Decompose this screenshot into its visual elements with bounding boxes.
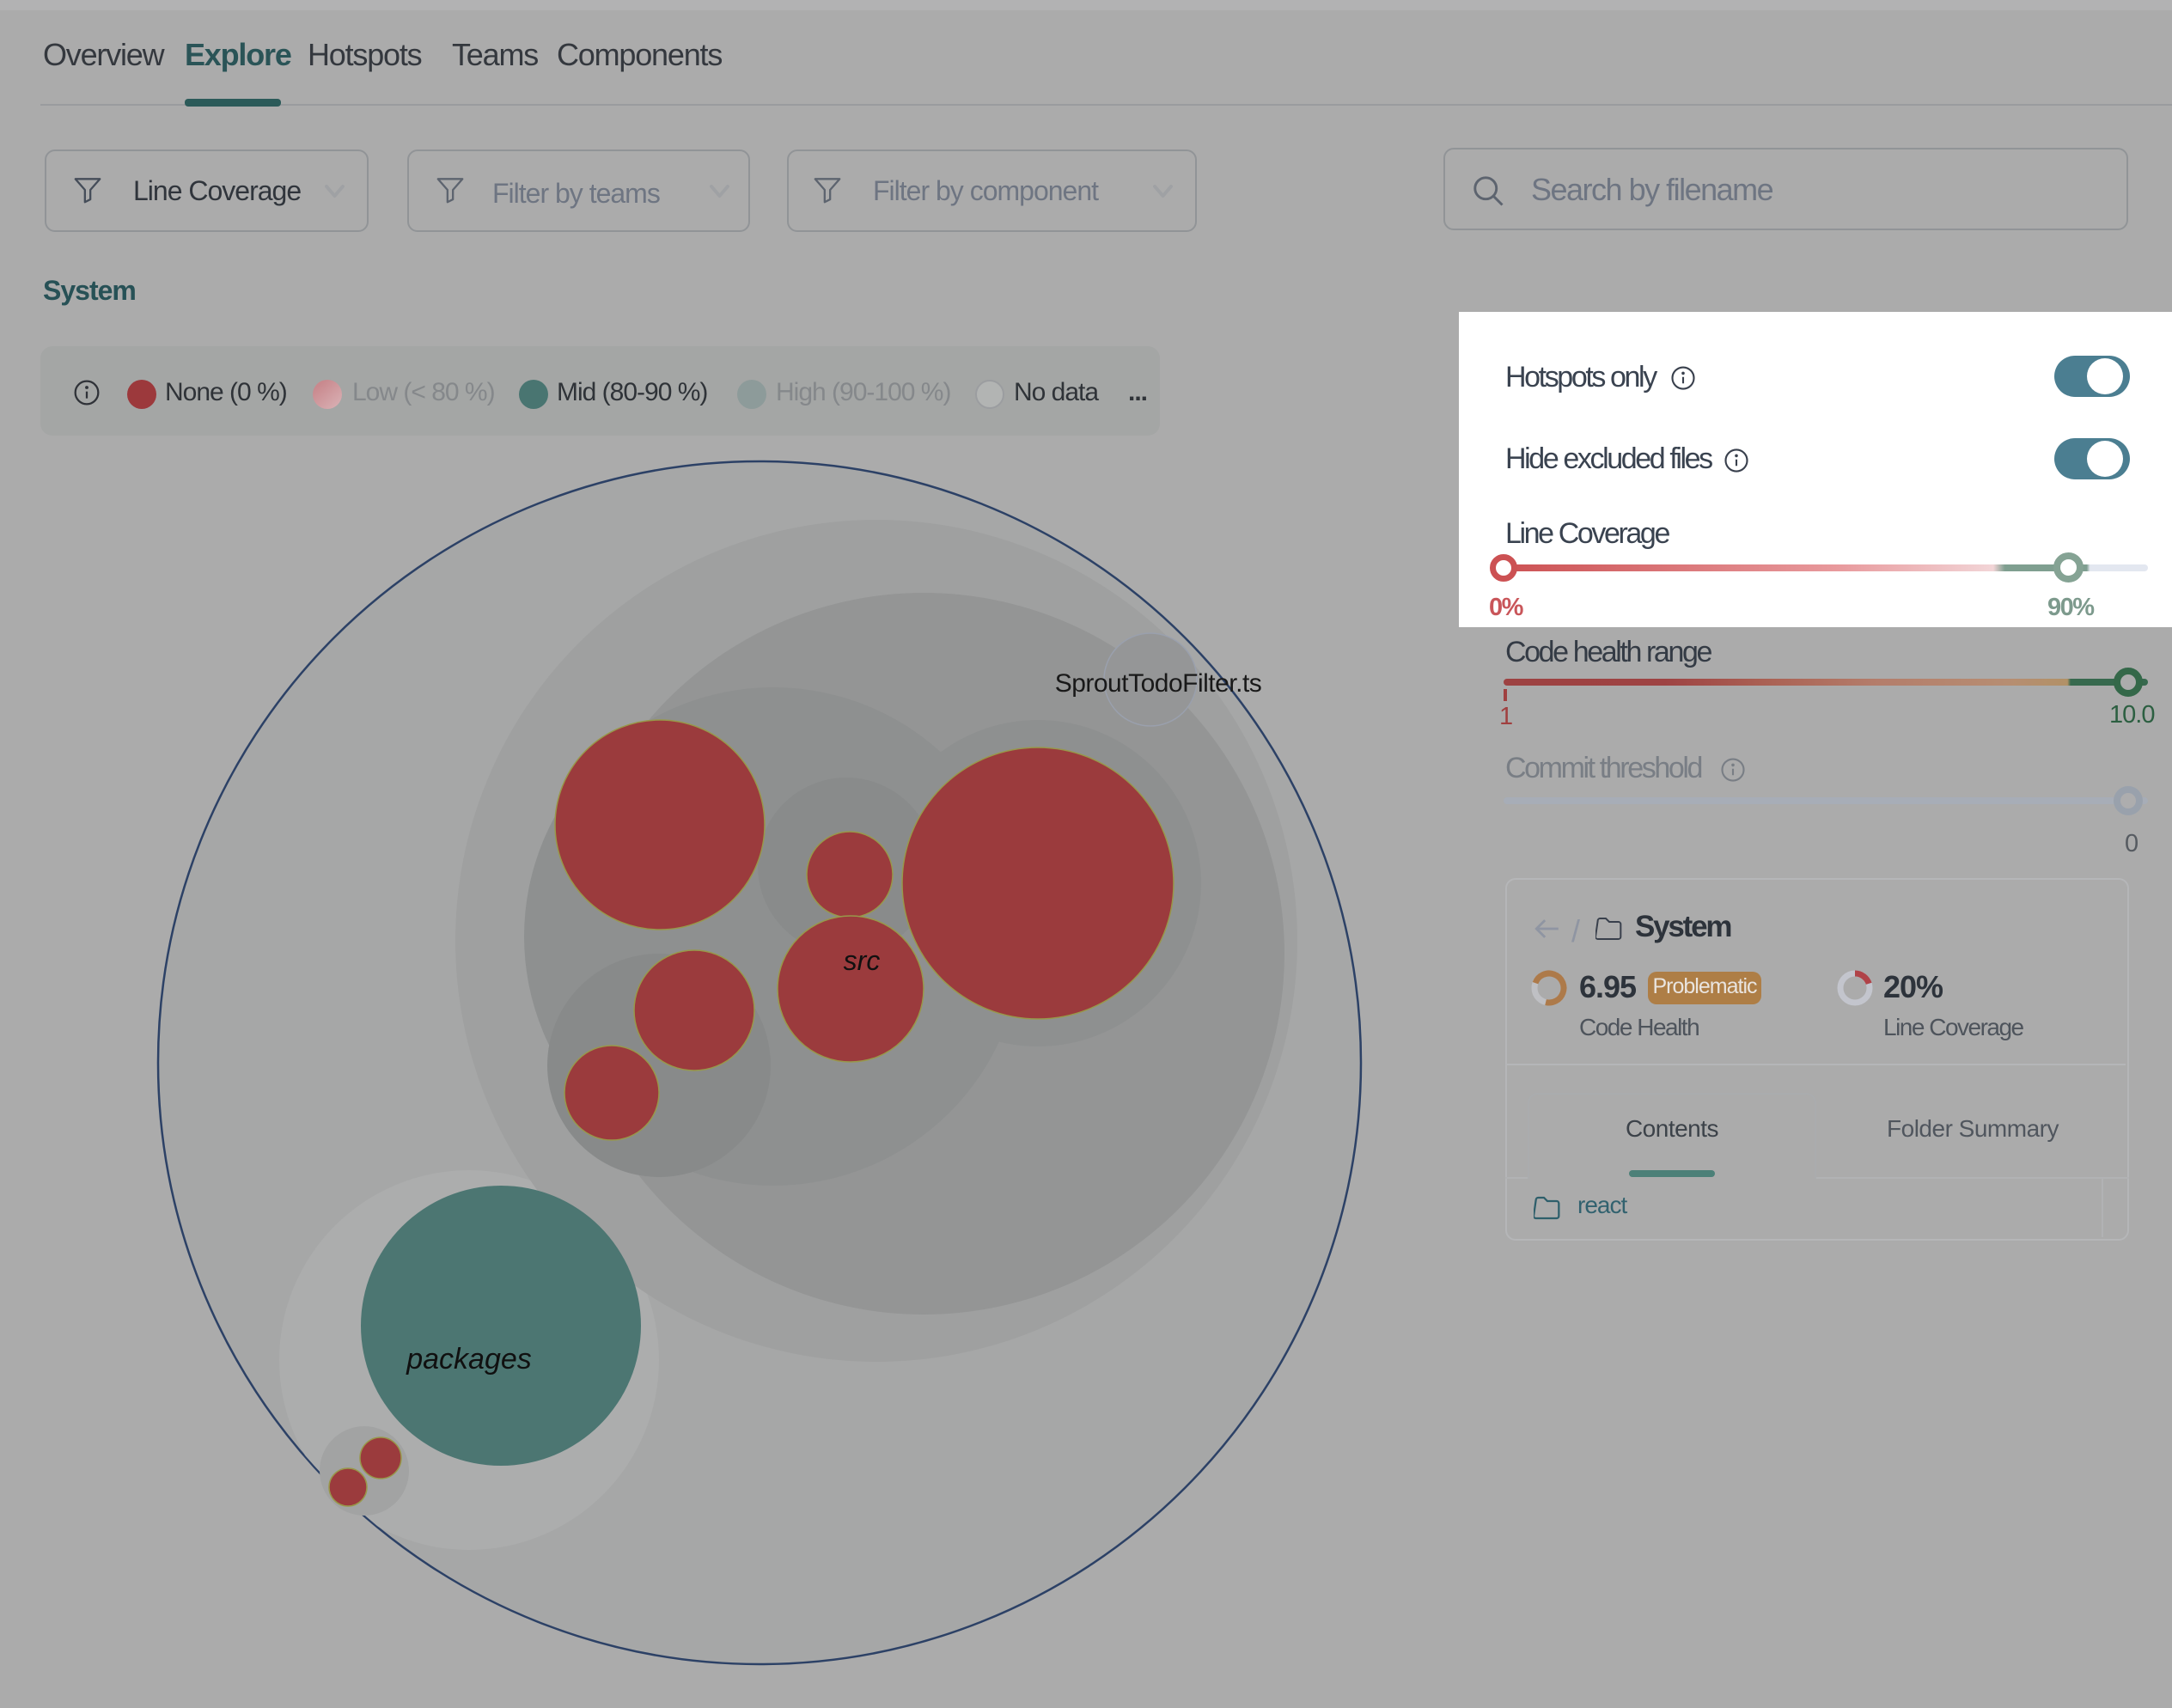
svg-text:SproutTodoFilter.ts: SproutTodoFilter.ts — [1055, 669, 1262, 698]
svg-text:src: src — [844, 945, 881, 976]
svg-text:packages: packages — [406, 1343, 532, 1376]
